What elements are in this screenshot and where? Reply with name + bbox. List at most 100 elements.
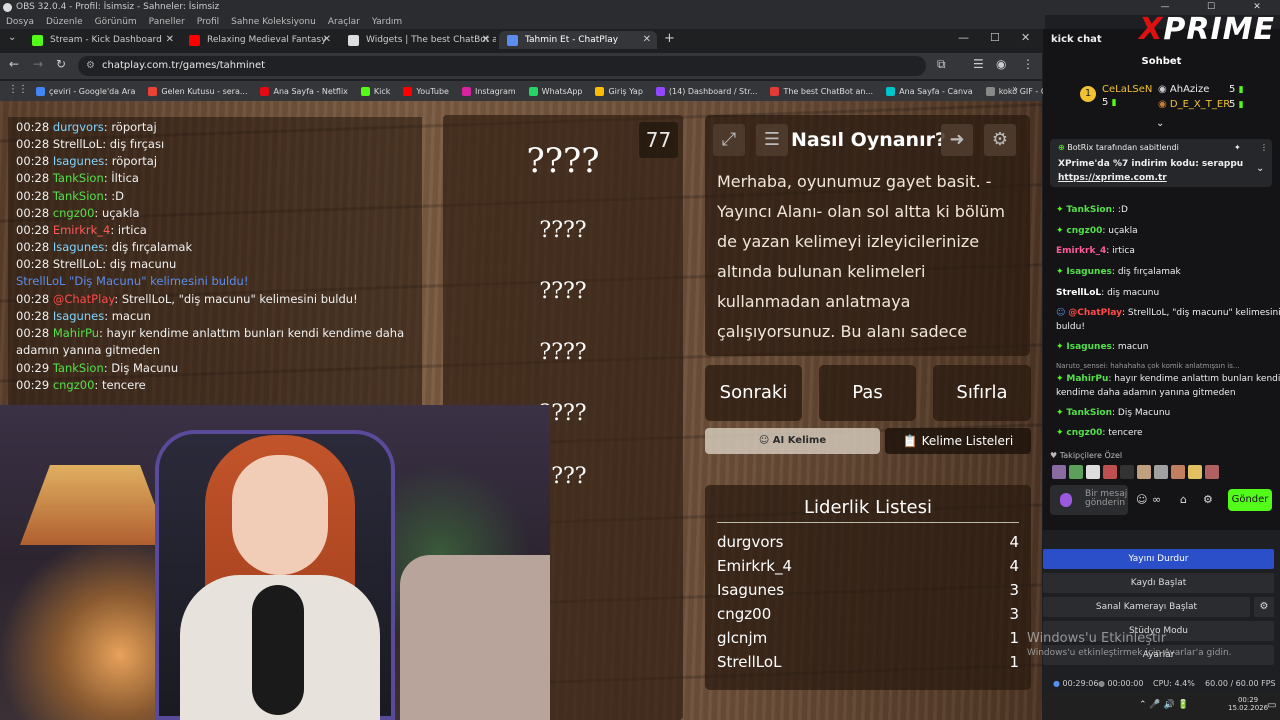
expand-chevron-icon[interactable]: ⌄ bbox=[1256, 163, 1264, 174]
heart-icon: ♥ bbox=[1050, 451, 1060, 460]
leaderboard-panel: Liderlik Listesi durgvors 4 Emirkrk_4 4 Is… bbox=[705, 485, 1031, 690]
bookmark-item[interactable]: (14) Dashboard / Str... bbox=[655, 86, 757, 96]
window-title: OBS 32.0.4 - Profil: İsimsiz - Sahneler:… bbox=[16, 2, 220, 12]
emote-icon[interactable] bbox=[1103, 465, 1117, 479]
chat-message-input[interactable]: Bir mesaj gönderin bbox=[1050, 485, 1128, 515]
pin-icon[interactable]: ✦ bbox=[1234, 143, 1241, 152]
emote-icon[interactable] bbox=[1120, 465, 1134, 479]
emote-row bbox=[1052, 465, 1242, 481]
close-tab-icon[interactable]: ✕ bbox=[643, 31, 651, 49]
pinned-link[interactable]: https://xprime.com.tr bbox=[1058, 173, 1167, 183]
virtual-camera-settings-icon[interactable]: ⚙ bbox=[1254, 597, 1274, 617]
reload-icon[interactable]: ↻ bbox=[56, 57, 66, 71]
menu-docks[interactable]: Paneller bbox=[149, 15, 185, 29]
menu-edit[interactable]: Düzenle bbox=[46, 15, 83, 29]
leaderboard-row: glcnjm 1 bbox=[717, 629, 1019, 647]
pass-button[interactable]: Pas bbox=[819, 365, 916, 421]
bookmark-item[interactable]: Ana Sayfa - Canva bbox=[886, 86, 973, 96]
emote-icon[interactable] bbox=[1052, 465, 1066, 479]
send-button[interactable]: Gönder bbox=[1228, 489, 1272, 511]
emoji-icon[interactable]: ☺ bbox=[1136, 493, 1147, 506]
next-button[interactable]: Sonraki bbox=[705, 365, 802, 421]
chrome-minimize-icon[interactable]: — bbox=[958, 31, 969, 44]
chat-line: 00:28 Isagunes: macun bbox=[16, 309, 151, 323]
leaderboard-title: Liderlik Listesi bbox=[804, 497, 932, 518]
close-tab-icon[interactable]: ✕ bbox=[323, 31, 331, 49]
new-tab-icon[interactable]: + bbox=[664, 31, 675, 46]
pinned-message[interactable]: ⊕ BotRix tarafından sabitlendi ✦ ⋮ XPrim… bbox=[1050, 139, 1272, 187]
ai-word-button[interactable]: ☺ AI Kelime bbox=[705, 428, 880, 454]
emote-icon[interactable] bbox=[1069, 465, 1083, 479]
tab-widgets[interactable]: Widgets | The best ChatBot and ✕ bbox=[340, 31, 496, 49]
kick-chat-message: ✦ cngz00: uçakla bbox=[1056, 226, 1138, 236]
menu-scene-collection[interactable]: Sahne Koleksiyonu bbox=[231, 15, 316, 29]
menu-help[interactable]: Yardım bbox=[372, 15, 402, 29]
forbidden-word: ???? bbox=[539, 279, 587, 304]
chat-line: 00:28 @ChatPlay: StrellLoL, "diş macunu"… bbox=[16, 292, 358, 306]
back-icon[interactable]: ← bbox=[9, 57, 19, 71]
menu-profile[interactable]: Profil bbox=[197, 15, 219, 29]
emote-icon[interactable] bbox=[1205, 465, 1219, 479]
emote-icon[interactable] bbox=[1171, 465, 1185, 479]
gift-icon: ▮ bbox=[1111, 98, 1117, 108]
widgets-favicon-icon bbox=[348, 35, 359, 46]
exit-icon[interactable]: ➜ bbox=[941, 124, 973, 156]
fps-readout: 60.00 / 60.00 FPS bbox=[1205, 679, 1276, 688]
found-notice: StrellLoL "Diş Macunu" kelimesini buldu! bbox=[16, 274, 249, 288]
bookmark-item[interactable]: Kick bbox=[360, 86, 390, 96]
bookmark-item[interactable]: YouTube bbox=[403, 86, 449, 96]
more-options-icon[interactable]: ⋮ bbox=[1260, 143, 1268, 152]
tab-kick-dashboard[interactable]: Stream - Kick Dashboard ✕ bbox=[24, 31, 180, 49]
menu-kebab-icon[interactable]: ⋮ bbox=[1022, 57, 1034, 71]
address-bar[interactable]: ⚙ chatplay.com.tr/games/tahminet bbox=[78, 56, 926, 76]
site-info-icon[interactable]: ⚙ bbox=[86, 56, 95, 76]
chat-line: 00:29 TankSion: Diş Macunu bbox=[16, 361, 179, 375]
bookmark-item[interactable]: Ana Sayfa - Netflix bbox=[260, 86, 348, 96]
tab-chatplay[interactable]: Tahmin Et - ChatPlay ✕ bbox=[499, 31, 657, 49]
fullscreen-icon[interactable]: ⤢ bbox=[713, 124, 745, 156]
mic-icon[interactable] bbox=[1060, 493, 1072, 507]
forward-icon[interactable]: → bbox=[33, 57, 43, 71]
tab-search-icon[interactable]: ⌄ bbox=[8, 32, 16, 43]
top-user-count: 5 ▮ bbox=[1229, 99, 1244, 110]
menu-tools[interactable]: Araçlar bbox=[328, 15, 360, 29]
start-virtual-camera-button[interactable]: Sanal Kamerayı Başlat bbox=[1043, 597, 1250, 617]
notification-icon[interactable]: ▭ bbox=[1267, 700, 1276, 711]
emote-icon[interactable] bbox=[1086, 465, 1100, 479]
chat-settings-icon[interactable]: ⚙ bbox=[1203, 493, 1213, 506]
menu-view[interactable]: Görünüm bbox=[95, 15, 137, 29]
bookmark-item[interactable]: Instagram bbox=[461, 86, 516, 96]
chat-line: 00:29 cngz00: tencere bbox=[16, 378, 146, 392]
bookmark-item[interactable]: Gelen Kutusu - sera... bbox=[148, 86, 247, 96]
kick-chat-message: ✦ Isagunes: macun bbox=[1056, 342, 1149, 352]
emote-icon[interactable] bbox=[1154, 465, 1168, 479]
close-tab-icon[interactable]: ✕ bbox=[166, 31, 174, 49]
menu-file[interactable]: Dosya bbox=[6, 15, 34, 29]
notes-icon[interactable]: ☰ bbox=[756, 124, 788, 156]
link-icon[interactable]: ∞ bbox=[1152, 493, 1161, 506]
collapse-chevron-icon[interactable]: ⌄ bbox=[1156, 118, 1164, 129]
chrome-maximize-icon[interactable]: ☐ bbox=[990, 31, 1000, 44]
word-lists-button[interactable]: 📋 Kelime Listeleri bbox=[885, 428, 1031, 454]
emote-icon[interactable] bbox=[1137, 465, 1151, 479]
bookmark-item[interactable]: The best ChatBot an... bbox=[770, 86, 873, 96]
reset-button[interactable]: Sıfırla bbox=[933, 365, 1031, 421]
chrome-close-icon[interactable]: ✕ bbox=[1021, 31, 1030, 44]
tray-icons[interactable]: ⌃ 🎤 🔊 🔋 bbox=[1139, 700, 1189, 710]
bookmark-item[interactable]: Giriş Yap bbox=[595, 86, 643, 96]
settings-gear-icon[interactable]: ⚙ bbox=[984, 124, 1016, 156]
store-icon[interactable]: ⌂ bbox=[1180, 493, 1187, 506]
bookmark-item[interactable]: WhatsApp bbox=[528, 86, 582, 96]
close-tab-icon[interactable]: ✕ bbox=[482, 31, 490, 49]
media-icon[interactable]: ☰ bbox=[973, 57, 984, 71]
more-bookmarks-icon[interactable]: » bbox=[1012, 84, 1018, 95]
profile-icon[interactable]: ◉ bbox=[996, 57, 1006, 71]
extensions-icon[interactable]: ⧉ bbox=[937, 57, 946, 72]
start-recording-button[interactable]: Kaydı Başlat bbox=[1043, 573, 1274, 593]
apps-grid-icon[interactable]: ⋮⋮ bbox=[8, 84, 28, 95]
stop-stream-button[interactable]: Yayını Durdur bbox=[1043, 549, 1274, 569]
tab-youtube[interactable]: Relaxing Medieval Fantasy ✕ bbox=[181, 31, 337, 49]
system-clock[interactable]: 00:29 15.02.2026 bbox=[1228, 696, 1268, 712]
bookmark-item[interactable]: çeviri - Google'da Ara bbox=[36, 86, 135, 96]
emote-icon[interactable] bbox=[1188, 465, 1202, 479]
